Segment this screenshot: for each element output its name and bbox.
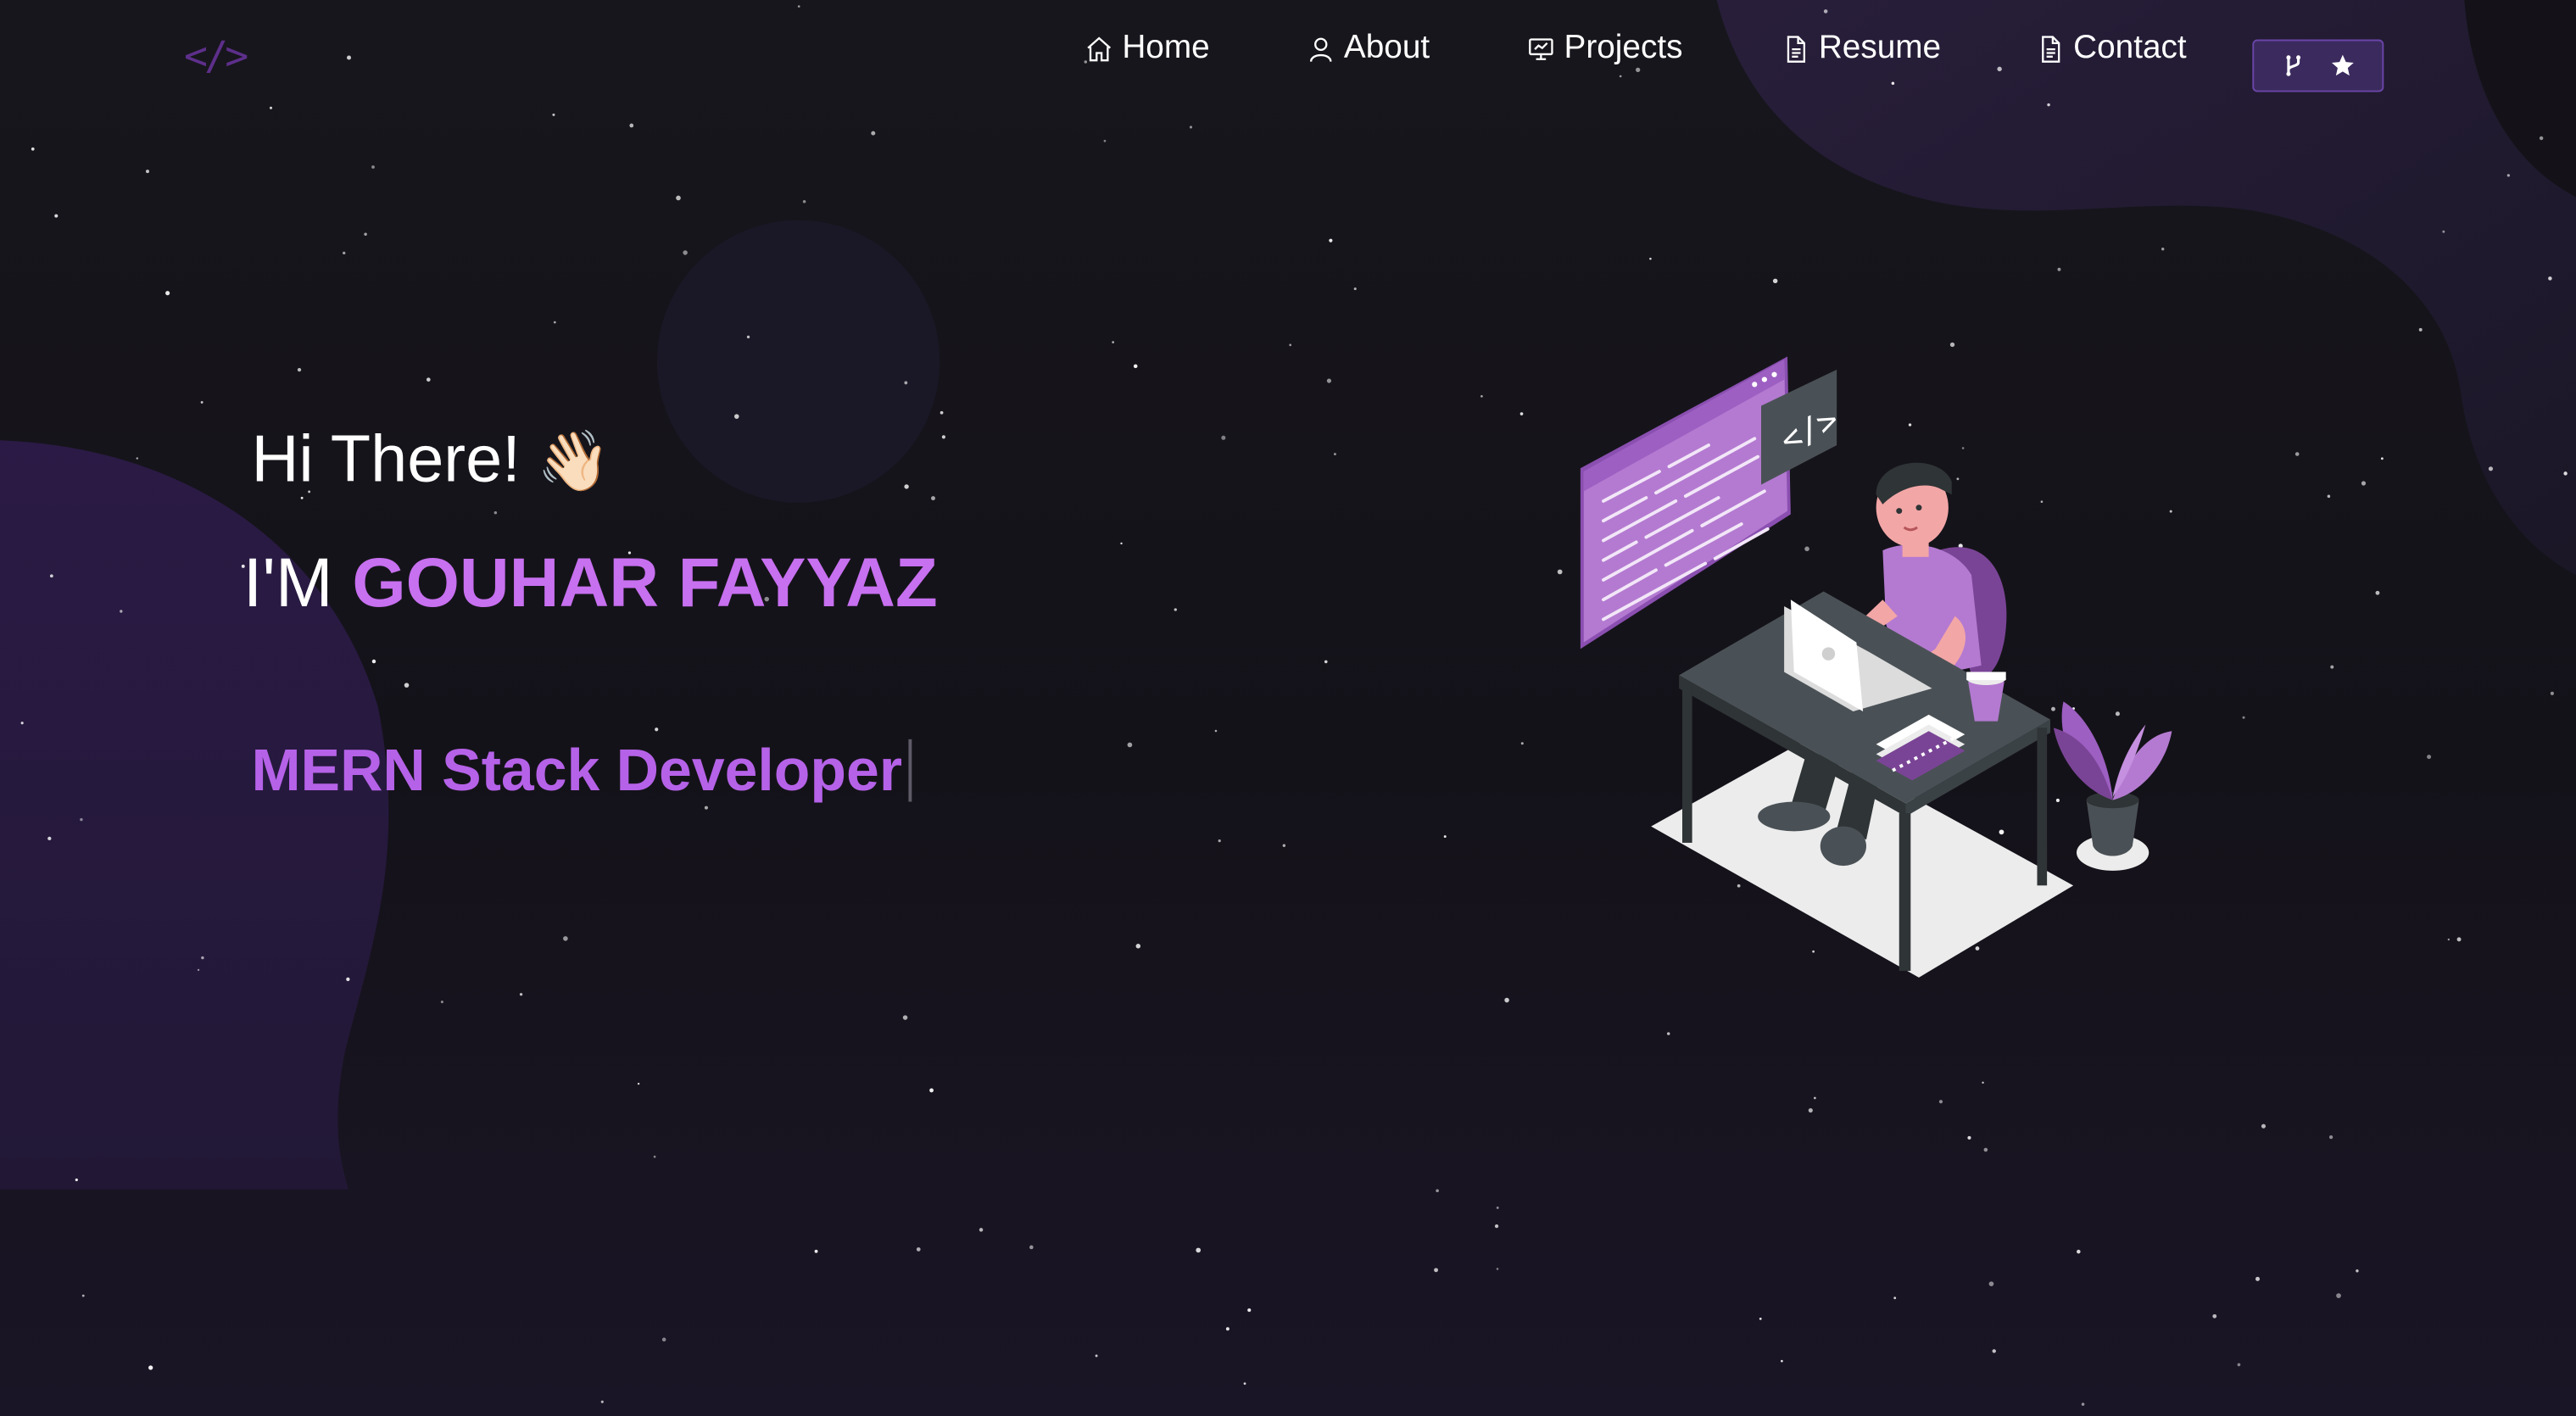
role-text: MERN Stack Developer xyxy=(251,736,902,804)
navbar: Home About Projects Resume Contact xyxy=(0,16,2576,92)
starfield xyxy=(20,5,2568,1406)
nav-about-label: About xyxy=(1343,29,1430,66)
home-icon xyxy=(1087,36,1112,61)
nav-contact[interactable]: Contact xyxy=(2036,30,2187,68)
nav-home-label: Home xyxy=(1122,29,1210,66)
nav-projects-label: Projects xyxy=(1564,29,1683,66)
hero-role: MERN Stack Developer xyxy=(251,736,912,805)
nav-projects[interactable]: Projects xyxy=(1526,29,1683,68)
plant xyxy=(2053,701,2172,856)
hero-name: GOUHAR FAYYAZ xyxy=(352,544,938,622)
nav-contact-label: Contact xyxy=(2073,29,2187,66)
greeting-text: Hi There! xyxy=(251,423,521,497)
typing-cursor xyxy=(908,739,912,802)
star-icon xyxy=(2331,54,2354,76)
projects-icon xyxy=(1529,37,1553,59)
hero-intro: I'M GOUHAR FAYYAZ xyxy=(243,544,938,622)
nav-resume[interactable]: Resume xyxy=(1781,30,1941,68)
nav-resume-label: Resume xyxy=(1818,29,1942,66)
intro-prefix: I'M xyxy=(243,544,333,622)
nav-home[interactable]: Home xyxy=(1084,30,1210,68)
page: </> Home About Projects Resume Contact H… xyxy=(0,0,2576,1416)
wave-emoji: 👋🏻 xyxy=(537,426,611,494)
nav-about[interactable]: About xyxy=(1306,30,1430,68)
github-star-button[interactable] xyxy=(2252,39,2384,92)
background-blobs xyxy=(0,0,2576,1190)
git-fork-icon xyxy=(2286,55,2301,76)
hero-greeting: Hi There! 👋🏻 xyxy=(251,424,611,498)
document-icon xyxy=(2042,35,2060,62)
document-icon xyxy=(1787,35,1806,62)
developer-illustration: </> xyxy=(1580,356,2172,978)
user-icon xyxy=(1309,36,1332,61)
